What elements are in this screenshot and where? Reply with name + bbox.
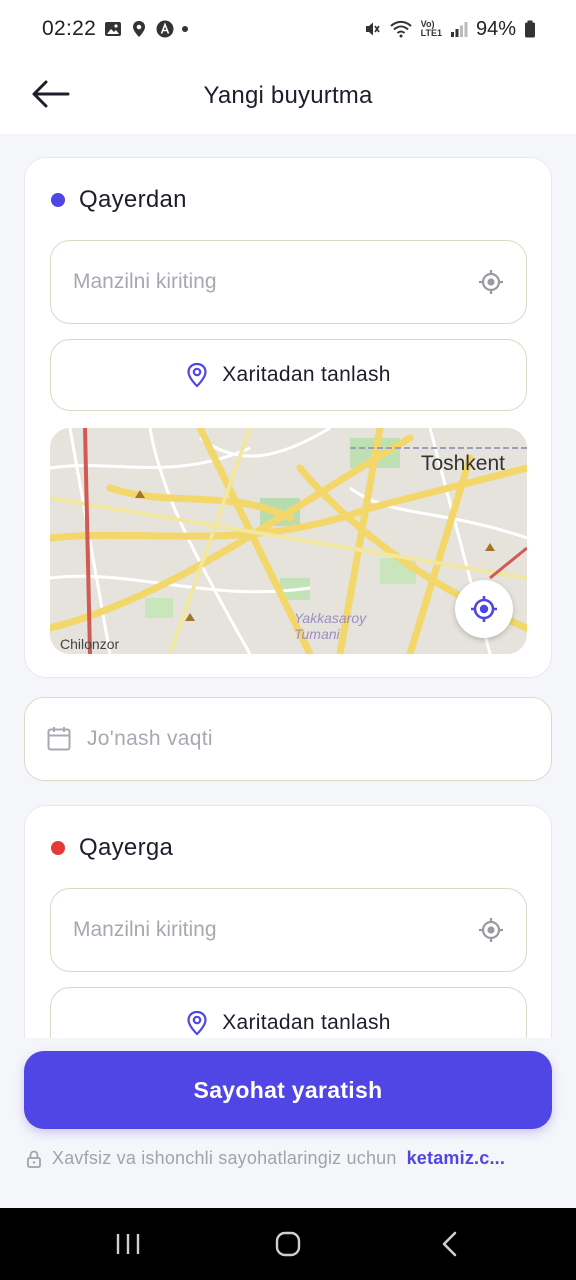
arrow-left-icon: [32, 80, 70, 108]
recent-apps-button[interactable]: [104, 1226, 152, 1262]
to-card: Qayerga Xaritadan tanlash: [24, 805, 552, 1038]
back-button[interactable]: [26, 70, 74, 118]
map-pin-icon: [187, 1010, 207, 1036]
map-pin-icon: [187, 362, 207, 388]
to-pick-on-map-label: Xaritadan tanlash: [222, 1011, 391, 1034]
to-address-field[interactable]: [50, 888, 527, 972]
map-district-label: Yakkasaroy Tumani: [294, 610, 367, 642]
from-dot-icon: [51, 193, 65, 207]
form-scroll-area[interactable]: Qayerdan Xaritadan tanlash: [0, 134, 576, 1038]
from-card: Qayerdan Xaritadan tanlash: [24, 157, 552, 678]
locate-me-button[interactable]: [455, 580, 513, 638]
volte-label: Vo) LTE1: [420, 19, 442, 38]
map-city-label: Toshkent: [420, 452, 505, 475]
status-bar: 02:22 Vo) LTE1 94%: [0, 0, 576, 58]
battery-icon: [525, 20, 535, 38]
from-pick-on-map-label: Xaritadan tanlash: [222, 363, 391, 386]
system-back-button[interactable]: [426, 1226, 474, 1262]
to-address-input[interactable]: [73, 918, 453, 942]
notification-dot-icon: [182, 26, 189, 32]
from-pick-on-map-button[interactable]: Xaritadan tanlash: [50, 339, 527, 411]
recent-apps-icon: [116, 1234, 140, 1254]
security-note-text: Xavfsiz va ishonchli sayohatlaringiz uch…: [52, 1148, 397, 1168]
to-title: Qayerga: [79, 834, 174, 861]
departure-time-placeholder: Jo'nash vaqti: [87, 727, 213, 750]
crosshair-icon[interactable]: [478, 917, 504, 943]
gallery-icon: [105, 22, 122, 36]
page-title: Yangi buyurtma: [203, 82, 373, 109]
calendar-icon: [47, 727, 71, 751]
lock-icon: [27, 1150, 41, 1168]
from-address-field[interactable]: [50, 240, 527, 324]
battery-percent: 94%: [475, 17, 516, 40]
create-trip-button[interactable]: Sayohat yaratish: [24, 1051, 552, 1129]
chevron-left-icon: [442, 1231, 457, 1257]
crosshair-icon[interactable]: [478, 269, 504, 295]
system-nav-bar: [0, 1208, 576, 1280]
wifi-icon: [389, 20, 412, 38]
departure-time-field[interactable]: Jo'nash vaqti: [24, 697, 552, 781]
location-pin-icon: [133, 21, 146, 37]
to-card-header: Qayerga: [51, 834, 173, 862]
from-address-input[interactable]: [73, 270, 453, 294]
home-icon: [275, 1231, 301, 1257]
from-map-preview[interactable]: Toshkent Yakkasaroy Tumani Chilonzor: [50, 428, 527, 654]
website-link[interactable]: ketamiz.c...: [407, 1148, 505, 1169]
mute-icon: [365, 22, 380, 36]
signal-icon: [450, 22, 468, 37]
status-time: 02:22: [42, 17, 97, 40]
to-pick-on-map-button[interactable]: Xaritadan tanlash: [50, 987, 527, 1038]
from-card-header: Qayerdan: [51, 186, 187, 214]
home-button[interactable]: [264, 1226, 312, 1262]
map-corner-label: Chilonzor: [60, 636, 120, 652]
security-note: Xavfsiz va ishonchli sayohatlaringiz uch…: [26, 1148, 566, 1169]
bottom-action-area: Sayohat yaratish Xavfsiz va ishonchli sa…: [0, 1038, 576, 1208]
from-title: Qayerdan: [79, 186, 187, 213]
gps-target-icon: [471, 596, 497, 622]
to-dot-icon: [51, 841, 65, 855]
app-a-icon: [156, 20, 174, 38]
app-bar: Yangi buyurtma: [0, 58, 576, 134]
